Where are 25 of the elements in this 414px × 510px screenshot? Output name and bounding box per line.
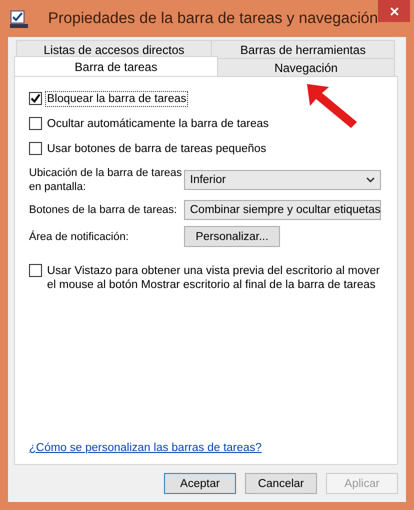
help-link[interactable]: ¿Cómo se personalizan las barras de tareas? xyxy=(29,442,387,454)
checkbox-label[interactable]: Ocultar automáticamente la barra de tareas xyxy=(45,116,271,132)
dropdown[interactable]: Combinar siempre y ocultar etiquetas xyxy=(184,200,381,220)
checkbox-label[interactable]: Usar Vistazo para obtener una vista previa del escritorio al mover el mouse al botón Mostrar escritorio al final de la barra de tareas xyxy=(45,263,387,293)
checklist-icon xyxy=(10,10,28,28)
checkbox-label[interactable]: Usar botones de barra de tareas pequeños xyxy=(45,141,268,157)
window-title: Propiedades de la barra de tareas y navegación xyxy=(48,10,378,28)
close-button[interactable] xyxy=(378,0,410,22)
tab[interactable]: Navegación xyxy=(217,58,395,76)
customize-button[interactable]: Personalizar... xyxy=(184,226,280,247)
checkbox[interactable] xyxy=(29,117,42,130)
field-label: Área de notificación: xyxy=(29,230,130,244)
checkbox[interactable] xyxy=(29,92,42,105)
dialog-button[interactable]: Aceptar xyxy=(164,473,236,494)
tab[interactable]: Barra de tareas xyxy=(14,56,218,76)
field-label: Botones de la barra de tareas: xyxy=(29,203,178,217)
checkbox[interactable] xyxy=(29,142,42,155)
checkbox[interactable] xyxy=(29,264,42,277)
tab[interactable]: Barras de herramientas xyxy=(211,40,395,58)
close-icon xyxy=(390,6,398,16)
field-label: Ubicación de la barra de tareas en pantalla: xyxy=(29,166,183,194)
caret-icon xyxy=(366,177,375,183)
dropdown[interactable]: Inferior xyxy=(184,170,381,190)
checkbox-label[interactable]: Bloquear la barra de tareas xyxy=(45,91,188,107)
dialog-button[interactable]: Cancelar xyxy=(245,473,317,494)
